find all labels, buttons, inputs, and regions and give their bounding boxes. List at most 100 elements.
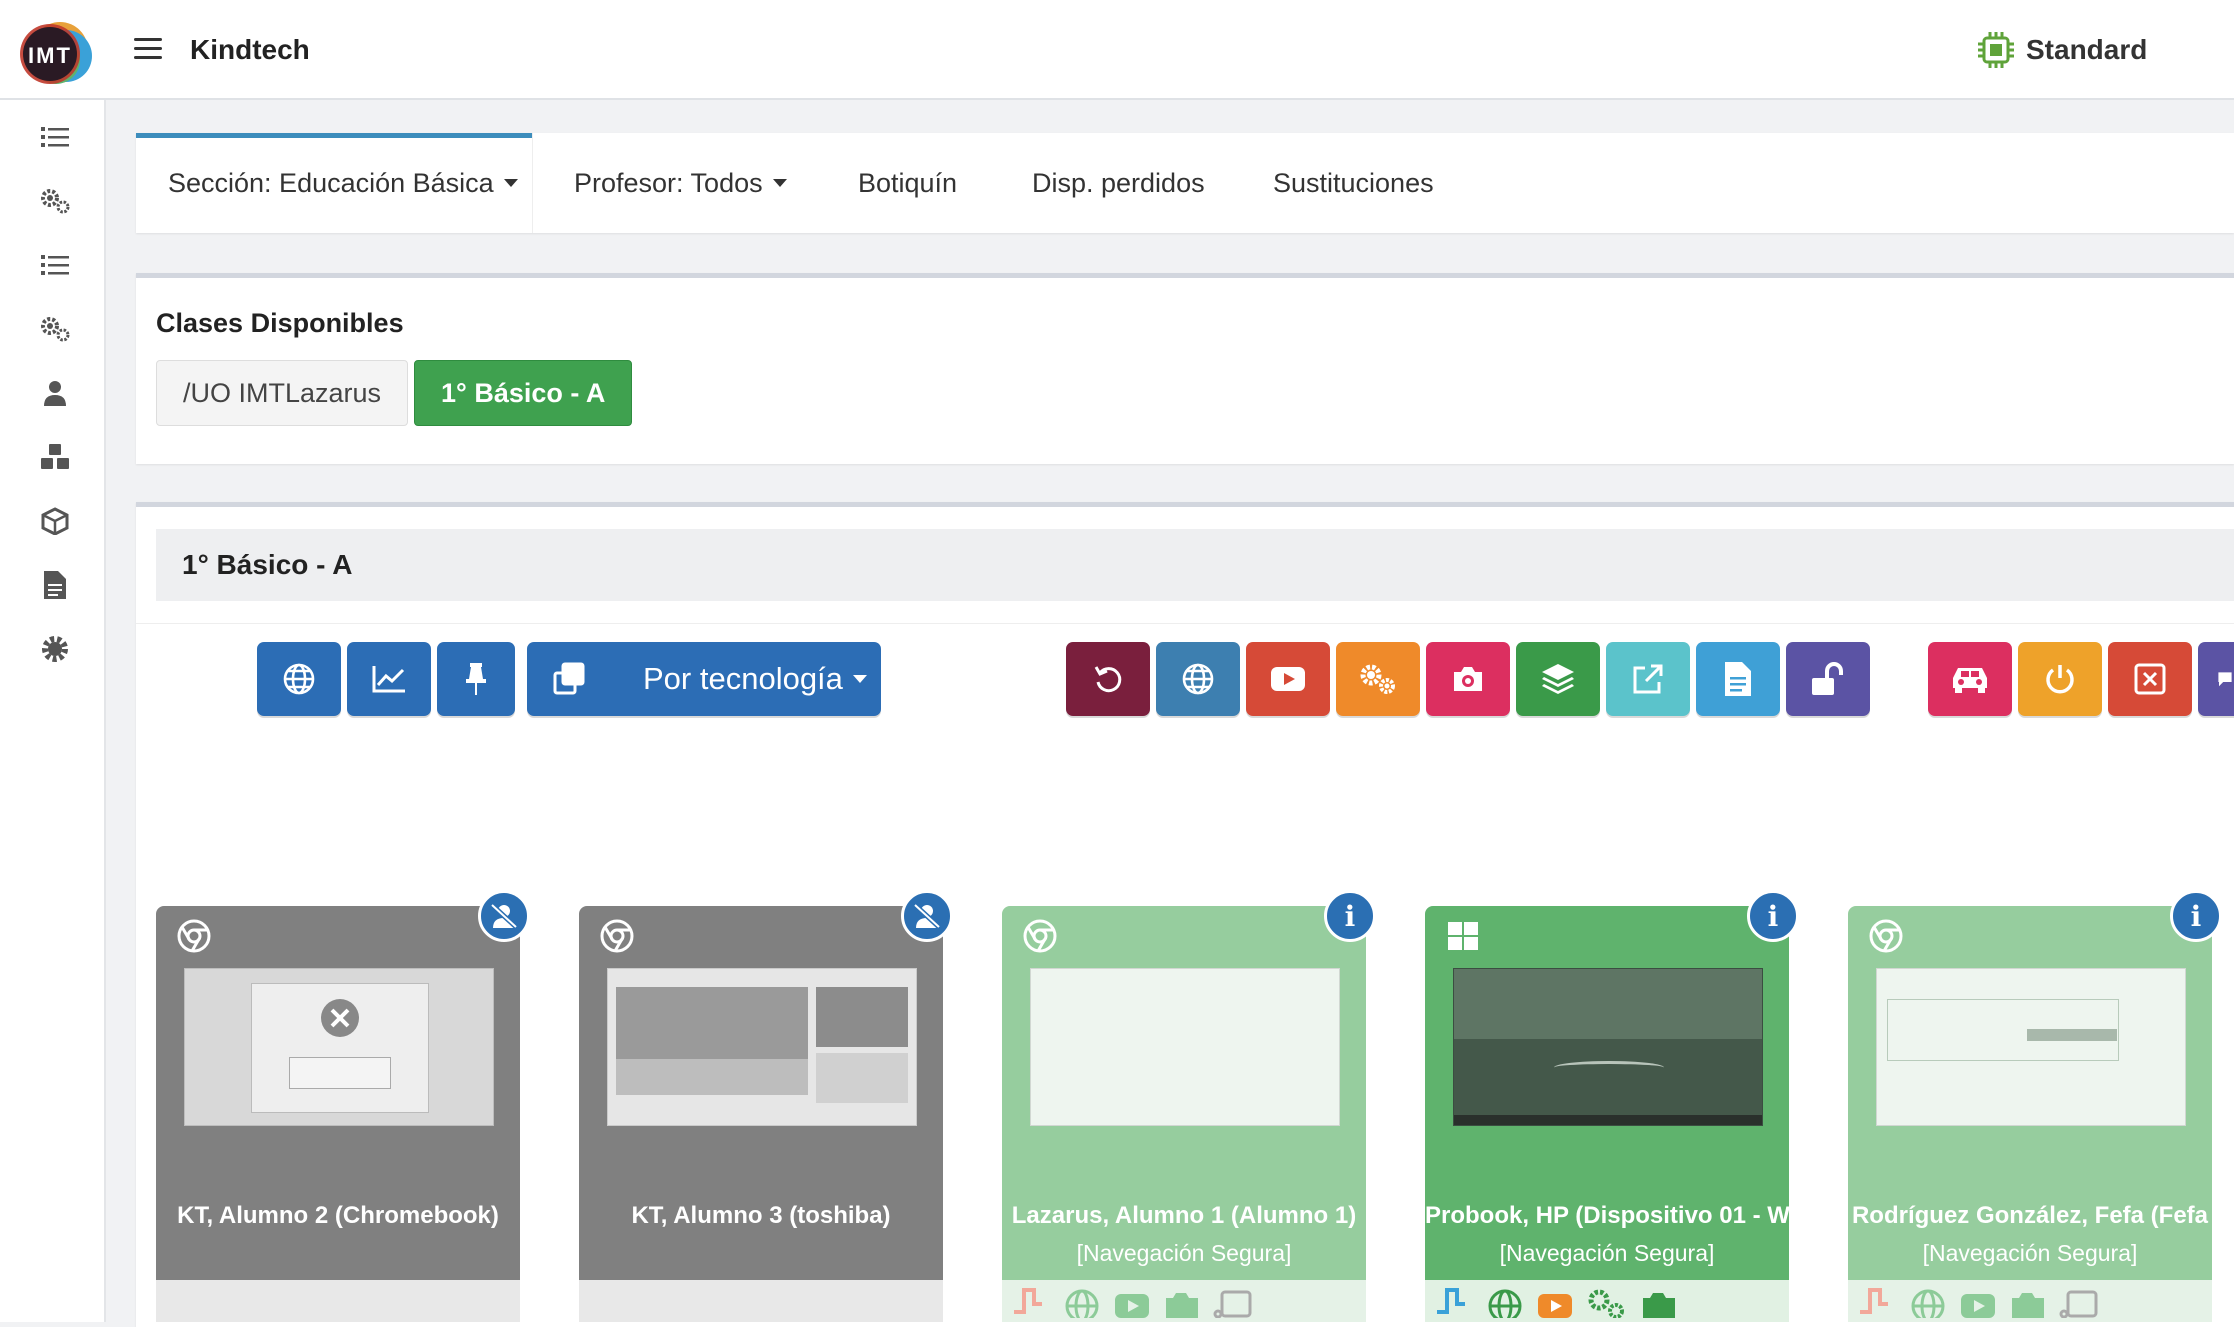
activity-icon <box>1437 1288 1465 1314</box>
section-nav: Sección: Educación Básica Profesor: Todo… <box>136 133 2234 233</box>
gears-icon <box>1360 664 1395 694</box>
chrome-icon <box>177 919 211 953</box>
external-link-icon <box>1633 664 1663 694</box>
globe-icon <box>1488 1289 1522 1318</box>
camera-icon <box>1166 1293 1198 1318</box>
chrome-icon <box>1023 919 1057 953</box>
open-link-button[interactable] <box>1606 642 1690 716</box>
browse-button[interactable] <box>1156 642 1240 716</box>
technology-dropdown[interactable]: Por tecnología <box>527 642 881 716</box>
plan-indicator[interactable]: Standard <box>1976 30 2147 70</box>
class-title: 1° Básico - A <box>182 549 353 580</box>
device-screen-thumbnail <box>1876 968 2186 1126</box>
activity-icon <box>1014 1288 1042 1314</box>
device-name: Probook, HP (Dispositivo 01 - W <box>1425 1202 1789 1229</box>
close-session-button[interactable] <box>2108 642 2192 716</box>
tab-botiquin[interactable]: Botiquín <box>858 133 957 233</box>
caret-down-icon <box>772 179 787 187</box>
brand-title: Kindtech <box>190 34 310 65</box>
imt-logo[interactable]: IMT <box>16 20 92 86</box>
youtube-icon <box>1961 1294 1995 1318</box>
gears-icon[interactable] <box>38 184 72 218</box>
car-icon <box>1953 668 1987 693</box>
cog-icon[interactable] <box>38 632 72 666</box>
chrome-icon <box>600 919 634 953</box>
panel-title: Clases Disponibles <box>156 308 404 338</box>
unlock-icon <box>1812 662 1843 695</box>
class-button-1-basico-a[interactable]: 1° Básico - A <box>414 360 633 426</box>
tab-lost-devices[interactable]: Disp. perdidos <box>1032 133 1205 233</box>
screenshot-button[interactable] <box>1426 642 1510 716</box>
cube-icon[interactable] <box>38 504 72 538</box>
info-badge[interactable]: i <box>1324 890 1376 942</box>
youtube-icon <box>1538 1294 1572 1318</box>
close-box-icon <box>2134 663 2166 695</box>
windows-icon <box>1448 922 1478 950</box>
device-card[interactable]: Probook, HP (Dispositivo 01 - W [Navegac… <box>1425 906 1789 1322</box>
device-card[interactable]: Lazarus, Alumno 1 (Alumno 1) [Navegación… <box>1002 906 1366 1322</box>
camera-icon <box>1454 667 1482 691</box>
list-icon[interactable] <box>38 120 72 154</box>
device-screen-thumbnail <box>1030 968 1340 1126</box>
layers-button[interactable] <box>1516 642 1600 716</box>
document-button[interactable] <box>1696 642 1780 716</box>
class-button-uo[interactable]: /UO IMTLazarus <box>156 360 409 426</box>
device-name: Lazarus, Alumno 1 (Alumno 1) <box>1011 1202 1357 1229</box>
layers-icon <box>1542 664 1574 694</box>
caret-down-icon <box>852 675 867 683</box>
device-name: KT, Alumno 3 (toshiba) <box>631 1202 891 1229</box>
chat-icon <box>2218 672 2232 687</box>
stats-button[interactable] <box>347 642 431 716</box>
youtube-icon <box>1115 1294 1149 1318</box>
device-footer <box>1002 1280 1366 1322</box>
device-card[interactable]: Rodríguez González, Fefa (Fefa [Navegaci… <box>1848 906 2212 1322</box>
menu-toggle-icon[interactable] <box>134 38 162 60</box>
user-icon[interactable] <box>38 376 72 410</box>
device-screen-thumbnail <box>607 968 917 1126</box>
tab-substitutions[interactable]: Sustituciones <box>1273 133 1434 233</box>
undo-button[interactable] <box>1066 642 1150 716</box>
device-card[interactable]: KT, Alumno 3 (toshiba) <box>579 906 943 1322</box>
pin-button[interactable] <box>437 642 515 716</box>
list-icon[interactable] <box>38 248 72 282</box>
unlock-button[interactable] <box>1786 642 1870 716</box>
power-button[interactable] <box>2018 642 2102 716</box>
clone-icon <box>553 662 585 695</box>
settings-button[interactable] <box>1336 642 1420 716</box>
globe-icon <box>1182 663 1214 695</box>
kiosk-button[interactable] <box>1928 642 2012 716</box>
available-classes-panel: Clases Disponibles /UO IMTLazarus 1° Bás… <box>136 273 2234 464</box>
device-name: KT, Alumno 2 (Chromebook) <box>177 1202 499 1229</box>
class-header: 1° Básico - A <box>156 529 2234 601</box>
gears-icon <box>1588 1289 1624 1318</box>
chart-line-icon <box>372 666 405 693</box>
plan-label: Standard <box>2026 34 2148 65</box>
power-icon <box>2046 665 2074 694</box>
device-footer <box>1425 1280 1789 1322</box>
youtube-button[interactable] <box>1246 642 1330 716</box>
cast-icon <box>2059 1290 2098 1318</box>
chrome-icon <box>1869 919 1903 953</box>
section-dropdown[interactable]: Sección: Educación Básica <box>168 133 518 233</box>
user-slash-icon[interactable] <box>901 890 953 942</box>
youtube-icon <box>1271 667 1305 691</box>
cubes-icon[interactable] <box>38 440 72 474</box>
info-badge[interactable]: i <box>2170 890 2222 942</box>
caret-down-icon <box>503 179 518 187</box>
device-mode: [Navegación Segura] <box>1922 1240 2138 1266</box>
logo-text: IMT <box>28 43 72 68</box>
info-badge[interactable]: i <box>1747 890 1799 942</box>
device-footer <box>579 1280 943 1322</box>
web-filter-button[interactable] <box>257 642 341 716</box>
device-footer <box>156 1280 520 1322</box>
camera-icon <box>2012 1293 2044 1318</box>
chip-icon <box>1978 32 2014 68</box>
file-icon[interactable] <box>38 568 72 602</box>
user-slash-icon[interactable] <box>478 890 530 942</box>
teacher-dropdown[interactable]: Profesor: Todos <box>574 133 787 233</box>
gears-icon[interactable] <box>38 312 72 346</box>
device-name: Rodríguez González, Fefa (Fefa <box>1851 1202 2209 1229</box>
globe-icon <box>283 663 315 695</box>
device-card[interactable]: KT, Alumno 2 (Chromebook) <box>156 906 520 1322</box>
chat-button[interactable] <box>2198 642 2234 716</box>
